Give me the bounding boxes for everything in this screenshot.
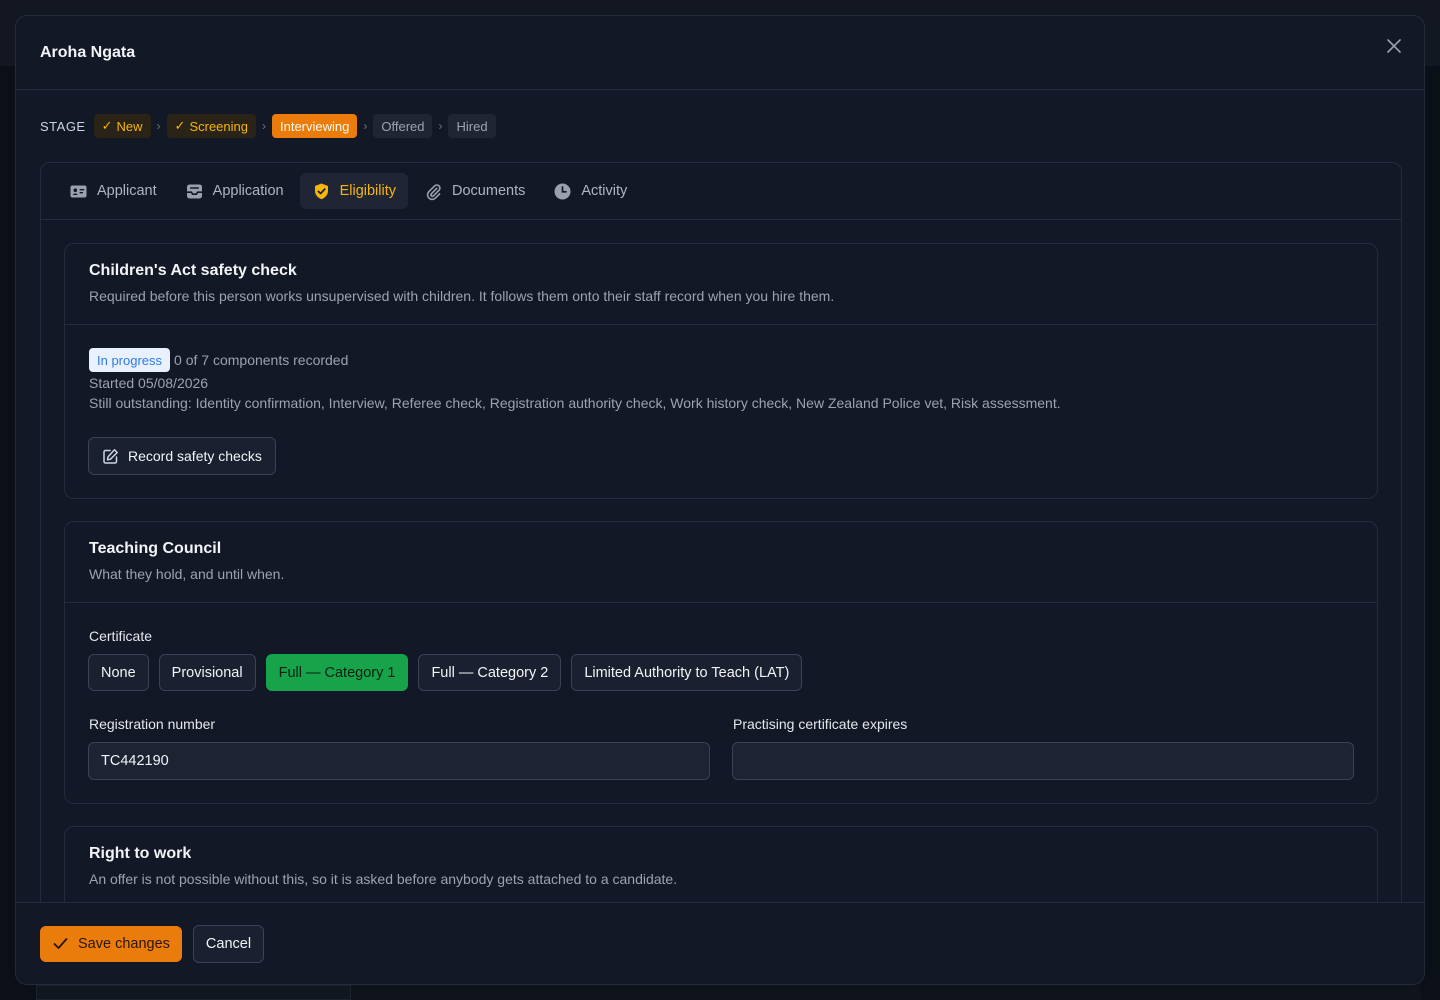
tab-label: Activity	[581, 183, 628, 199]
inbox-icon	[185, 182, 204, 201]
safety-check-title: Children's Act safety check	[89, 262, 297, 279]
card-divider	[65, 602, 1377, 603]
tab-label: Applicant	[97, 183, 157, 199]
save-changes-button[interactable]: Save changes	[40, 925, 182, 962]
clock-icon	[553, 182, 572, 201]
close-button[interactable]	[1382, 34, 1406, 58]
safety-check-card: Children's Act safety check Required bef…	[64, 243, 1378, 499]
stage-step-label: Interviewing	[279, 118, 350, 134]
stage-step-label: Offered	[381, 118, 425, 134]
backdrop-sidebar	[36, 985, 351, 1000]
stage-step-label: Hired	[456, 118, 488, 134]
teaching-council-card: Teaching Council What they hold, and unt…	[64, 521, 1378, 804]
shield-check-icon	[312, 182, 331, 201]
tab-eligibility[interactable]: Eligibility	[299, 173, 409, 209]
progress-text: 0 of 7 components recorded	[174, 352, 349, 368]
edit-icon	[103, 448, 118, 464]
close-icon	[1387, 39, 1401, 53]
tab-documents[interactable]: Documents	[412, 173, 537, 209]
tab-label: Application	[212, 183, 284, 199]
stage-progress: STAGE ✓ New › ✓ Screening › Interviewing › Offer…	[40, 113, 496, 139]
certificate-option[interactable]: None	[88, 654, 149, 691]
stage-step-label: New	[116, 118, 143, 134]
certificate-option[interactable]: Full — Category 2	[418, 654, 562, 691]
certificate-expires-input[interactable]	[732, 742, 1354, 780]
certificate-option[interactable]: Provisional	[158, 654, 256, 691]
stage-step-label: Screening	[189, 118, 248, 134]
tab-panel: Applicant Application Eligibility Documents…	[40, 162, 1402, 922]
tab-activity[interactable]: Activity	[541, 173, 639, 209]
save-changes-label: Save changes	[78, 935, 170, 952]
stage-step-screening[interactable]: ✓ Screening	[166, 114, 256, 138]
cancel-button[interactable]: Cancel	[192, 924, 265, 963]
registration-number-input[interactable]	[88, 742, 710, 780]
stage-step-offered[interactable]: Offered	[373, 114, 433, 138]
tab-label: Documents	[452, 183, 526, 199]
backdrop-content	[351, 985, 1421, 1000]
tab-application[interactable]: Application	[173, 173, 296, 209]
modal-title: Aroha Ngata	[40, 43, 136, 61]
teaching-council-description: What they hold, and until when.	[89, 566, 285, 582]
stage-separator: ›	[156, 119, 161, 133]
certificate-selector: None Provisional Full — Category 1 Full — C…	[88, 654, 803, 691]
stage-separator: ›	[438, 119, 443, 133]
modal-header: Aroha Ngata	[16, 16, 1424, 90]
tab-applicant[interactable]: Applicant	[57, 173, 169, 209]
registration-number-label: Registration number	[89, 716, 216, 732]
right-to-work-description: An offer is not possible without this, s…	[89, 871, 678, 887]
check-icon	[53, 938, 68, 949]
card-divider	[65, 324, 1377, 325]
modal-footer: Save changes Cancel	[16, 902, 1424, 984]
stage-separator: ›	[261, 119, 266, 133]
stage-step-hired[interactable]: Hired	[448, 114, 496, 138]
tab-bar: Applicant Application Eligibility Documents…	[41, 163, 1401, 220]
status-badge: In progress	[89, 348, 171, 372]
check-icon: ✓	[174, 118, 186, 133]
certificate-expires-label: Practising certificate expires	[733, 716, 908, 732]
check-icon: ✓	[101, 118, 113, 133]
right-to-work-title: Right to work	[89, 845, 192, 862]
stage-label: STAGE	[40, 118, 86, 134]
stage-separator: ›	[363, 119, 368, 133]
certificate-option[interactable]: Limited Authority to Teach (LAT)	[571, 654, 803, 691]
certificate-option[interactable]: Full — Category 1	[265, 654, 409, 691]
record-safety-checks-label: Record safety checks	[128, 448, 262, 464]
candidate-modal: Aroha Ngata STAGE ✓ New › ✓ Screening › Interv…	[15, 15, 1425, 985]
safety-status-row: In progress 0 of 7 components recorded	[89, 348, 348, 372]
outstanding-text: Still outstanding: Identity confirmation…	[89, 395, 1061, 411]
safety-check-description: Required before this person works unsupe…	[89, 288, 835, 304]
stage-step-new[interactable]: ✓ New	[93, 114, 151, 138]
stage-steps: ✓ New › ✓ Screening › Interviewing › Offered › Hir…	[93, 114, 496, 138]
record-safety-checks-button[interactable]: Record safety checks	[88, 437, 276, 475]
id-card-icon	[69, 182, 88, 201]
started-text: Started 05/08/2026	[89, 375, 209, 391]
tab-label: Eligibility	[339, 183, 397, 199]
stage-step-interviewing[interactable]: Interviewing	[271, 114, 358, 138]
certificate-label: Certificate	[89, 628, 153, 644]
teaching-council-title: Teaching Council	[89, 540, 222, 557]
paperclip-icon	[424, 182, 443, 201]
